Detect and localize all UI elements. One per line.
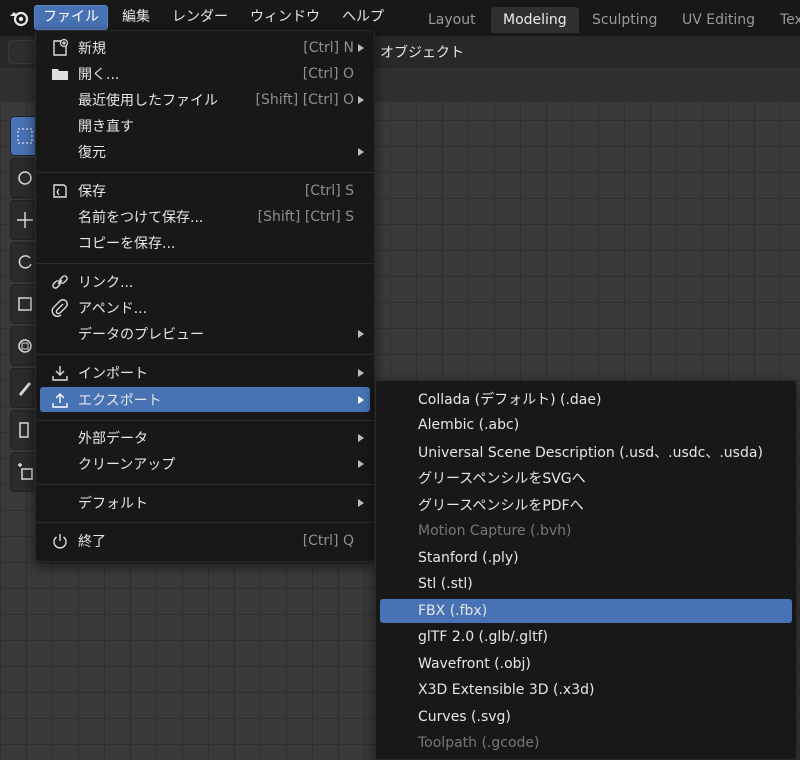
ruler-icon: [19, 422, 29, 438]
select-box-icon: [17, 128, 33, 144]
separator: [36, 354, 374, 355]
separator: [36, 522, 374, 523]
submenu-arrow-icon: [358, 43, 364, 52]
export-alembic[interactable]: Alembic (.abc): [380, 413, 792, 437]
menu-revert[interactable]: 開き直す: [40, 113, 370, 138]
export-bvh[interactable]: Motion Capture (.bvh): [380, 519, 792, 543]
export-fbx[interactable]: FBX (.fbx): [380, 599, 792, 623]
add-cube-icon: [18, 463, 33, 480]
export-x3d[interactable]: X3D Extensible 3D (.x3d): [380, 678, 792, 702]
tab-texture[interactable]: Tex: [768, 7, 800, 33]
menu-export[interactable]: エクスポート: [40, 387, 370, 412]
menu-save-copy[interactable]: コピーを保存...: [40, 230, 370, 255]
submenu-arrow-icon: [358, 329, 364, 338]
import-icon: [50, 363, 70, 383]
tab-modeling[interactable]: Modeling: [491, 7, 579, 33]
tab-layout[interactable]: Layout: [416, 7, 488, 33]
link-icon: [50, 272, 70, 292]
submenu-arrow-icon: [358, 95, 364, 104]
menu-defaults[interactable]: デフォルト: [40, 490, 370, 515]
editor-type-button[interactable]: [8, 40, 36, 64]
separator: [36, 172, 374, 173]
rotate-icon: [18, 255, 32, 269]
separator: [36, 420, 374, 421]
menu-help[interactable]: ヘルプ: [334, 5, 392, 30]
menu-edit[interactable]: 編集: [114, 5, 158, 30]
menu-append[interactable]: アペンド...: [40, 295, 370, 320]
menu-window[interactable]: ウィンドウ: [242, 5, 328, 30]
menu-open[interactable]: 開く... [Ctrl] O: [40, 61, 370, 86]
menu-new[interactable]: 新規 [Ctrl] N: [40, 35, 370, 60]
submenu-arrow-icon: [358, 498, 364, 507]
submenu-arrow-icon: [358, 147, 364, 156]
export-submenu: Collada (デフォルト) (.dae) Alembic (.abc) Un…: [375, 380, 797, 760]
menu-file[interactable]: ファイル: [34, 5, 108, 30]
menu-render[interactable]: レンダー: [164, 5, 236, 30]
submenu-arrow-icon: [358, 395, 364, 404]
export-ply[interactable]: Stanford (.ply): [380, 546, 792, 570]
submenu-arrow-icon: [358, 459, 364, 468]
scale-icon: [18, 297, 32, 311]
separator: [36, 263, 374, 264]
menu-link[interactable]: リンク...: [40, 269, 370, 294]
export-usd[interactable]: Universal Scene Description (.usd、.usdc、…: [380, 440, 792, 464]
file-menu-dropdown: 新規 [Ctrl] N 開く... [Ctrl] O 最近使用したファイル [S…: [35, 30, 375, 562]
export-gltf[interactable]: glTF 2.0 (.glb/.gltf): [380, 625, 792, 649]
menu-recent[interactable]: 最近使用したファイル [Shift] [Ctrl] O: [40, 87, 370, 112]
object-menu[interactable]: オブジェクト: [380, 42, 464, 62]
tab-sculpting[interactable]: Sculpting: [580, 7, 669, 33]
menu-data-preview[interactable]: データのプレビュー: [40, 321, 370, 346]
menu-save-as[interactable]: 名前をつけて保存... [Shift] [Ctrl] S: [40, 204, 370, 229]
menu-import[interactable]: インポート: [40, 360, 370, 385]
export-gcode[interactable]: Toolpath (.gcode): [380, 731, 792, 755]
save-icon: [50, 181, 70, 201]
menu-quit[interactable]: 終了 [Ctrl] Q: [40, 528, 370, 553]
menu-recover[interactable]: 復元: [40, 139, 370, 164]
export-collada[interactable]: Collada (デフォルト) (.dae): [380, 387, 792, 411]
cursor-icon: [18, 171, 32, 185]
folder-icon: [50, 64, 70, 84]
export-icon: [50, 390, 70, 410]
export-curves-svg[interactable]: Curves (.svg): [380, 705, 792, 729]
menu-clean-up[interactable]: クリーンアップ: [40, 451, 370, 476]
submenu-arrow-icon: [358, 433, 364, 442]
tab-uv-editing[interactable]: UV Editing: [670, 7, 767, 33]
move-icon: [17, 212, 33, 228]
append-icon: [50, 298, 70, 318]
power-icon: [50, 531, 70, 551]
export-obj[interactable]: Wavefront (.obj): [380, 652, 792, 676]
menu-save[interactable]: 保存 [Ctrl] S: [40, 178, 370, 203]
export-stl[interactable]: Stl (.stl): [380, 572, 792, 596]
pencil-icon: [19, 382, 31, 396]
submenu-arrow-icon: [358, 368, 364, 377]
menu-external-data[interactable]: 外部データ: [40, 425, 370, 450]
new-file-icon: [50, 38, 70, 58]
export-gp-pdf[interactable]: グリースペンシルをPDFへ: [380, 493, 792, 517]
separator: [36, 484, 374, 485]
blender-logo-icon[interactable]: [8, 6, 32, 30]
export-gp-svg[interactable]: グリースペンシルをSVGへ: [380, 466, 792, 490]
transform-icon: [18, 339, 32, 353]
